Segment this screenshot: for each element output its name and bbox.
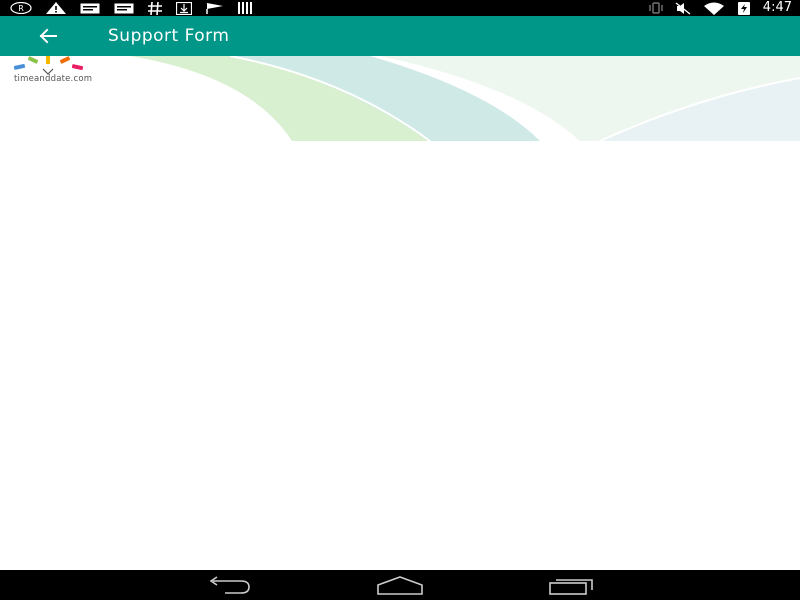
- wifi-icon: [703, 2, 724, 15]
- status-bar: R 4:47: [0, 0, 800, 16]
- navigation-bar: [0, 570, 800, 600]
- message-icon: [80, 3, 100, 13]
- page-title: Support Form: [108, 26, 230, 46]
- registered-icon: R: [10, 2, 32, 14]
- message-icon: [114, 3, 134, 13]
- download-icon: [176, 1, 192, 15]
- battery-charging-icon: [737, 2, 750, 15]
- nav-recents-icon[interactable]: [548, 575, 596, 595]
- status-left-icons: R: [10, 0, 254, 16]
- warning-icon: [46, 2, 66, 14]
- hash-icon: [148, 1, 162, 15]
- logo-mark-icon: [13, 56, 84, 75]
- status-time: 4:47: [762, 0, 792, 15]
- check-flag-icon: [206, 3, 223, 14]
- nav-home-icon[interactable]: [376, 575, 424, 595]
- vibrate-icon: [649, 2, 663, 14]
- barcode-icon: [238, 2, 252, 14]
- app-bar: Support Form: [0, 16, 800, 56]
- logo-text: timeanddate.com: [14, 74, 93, 84]
- form-content-area: [0, 141, 800, 570]
- status-right-icons: 4:47: [649, 0, 792, 16]
- svg-text:R: R: [18, 4, 24, 13]
- nav-back-icon[interactable]: [205, 575, 253, 595]
- timeanddate-logo: timeanddate.com: [12, 56, 122, 86]
- back-arrow-icon[interactable]: [36, 24, 60, 48]
- mute-icon: [675, 1, 691, 15]
